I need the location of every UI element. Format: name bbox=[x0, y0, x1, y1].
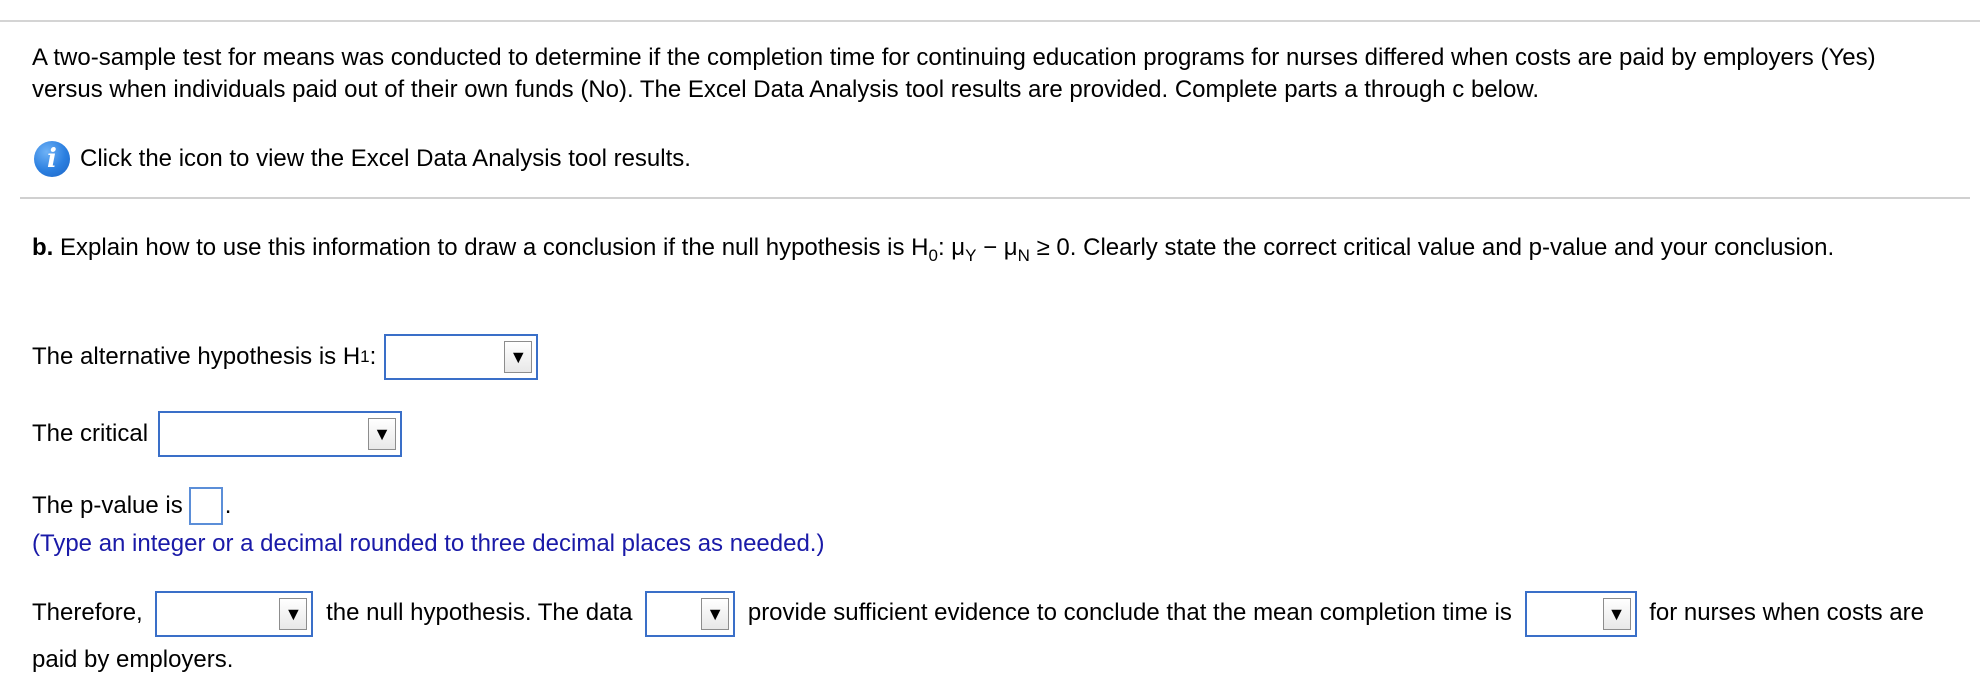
reject-dropdown[interactable]: ▼ bbox=[155, 590, 314, 637]
chevron-down-icon[interactable]: ▼ bbox=[368, 418, 397, 450]
h0-symbol: H bbox=[911, 234, 929, 261]
chevron-down-icon[interactable]: ▼ bbox=[504, 341, 533, 373]
pvalue-hint: (Type an integer or a decimal rounded to… bbox=[32, 530, 825, 557]
evidence-dropdown[interactable]: ▼ bbox=[645, 590, 736, 637]
part-b-label: b. bbox=[32, 234, 54, 261]
chevron-down-icon[interactable]: ▼ bbox=[701, 597, 730, 630]
info-icon[interactable]: i bbox=[34, 141, 70, 177]
part-b-text: Explain how to use this information to d… bbox=[60, 234, 912, 261]
conclusion-part3: provide sufficient evidence to conclude … bbox=[747, 599, 1512, 626]
critical-dropdown[interactable]: ▼ bbox=[158, 411, 403, 457]
alt-hypothesis-colon: : bbox=[369, 343, 377, 370]
problem-statement: A two-sample test for means was conducte… bbox=[32, 44, 1876, 103]
info-row: i Click the icon to view the Excel Data … bbox=[34, 140, 691, 178]
h1-subscript: 1 bbox=[360, 347, 370, 366]
hypothesis-end: ≥ 0. Clearly state the correct critical … bbox=[1029, 234, 1835, 261]
pvalue-row: The p-value is . bbox=[32, 487, 231, 525]
section-divider bbox=[20, 197, 1970, 199]
minus-mu: − μ bbox=[976, 234, 1018, 261]
pvalue-input[interactable] bbox=[188, 487, 223, 525]
mu-n-subscript: N bbox=[1017, 246, 1030, 265]
alt-hypothesis-prefix: The alternative hypothesis is H bbox=[32, 343, 361, 370]
h0-subscript: 0 bbox=[928, 246, 938, 265]
conclusion-part1: Therefore, bbox=[32, 599, 143, 626]
mu-y: : μ bbox=[937, 234, 966, 261]
conclusion-part2: the null hypothesis. The data bbox=[326, 599, 633, 626]
pvalue-prefix: The p-value is bbox=[32, 492, 183, 519]
part-b-question: b. Explain how to use this information t… bbox=[32, 228, 1932, 276]
critical-prefix: The critical bbox=[32, 420, 149, 447]
pvalue-period: . bbox=[224, 492, 232, 519]
alt-hypothesis-dropdown[interactable]: ▼ bbox=[384, 334, 539, 380]
alt-hypothesis-row: The alternative hypothesis is H1: ▼ bbox=[32, 334, 539, 380]
top-divider bbox=[0, 20, 1980, 22]
chevron-down-icon[interactable]: ▼ bbox=[279, 597, 308, 630]
critical-row: The critical ▼ bbox=[32, 411, 403, 457]
conclusion-sentence: Therefore, ▼ the null hypothesis. The da… bbox=[32, 590, 1972, 683]
info-link-text[interactable]: Click the icon to view the Excel Data An… bbox=[80, 145, 691, 173]
mu-y-subscript: Y bbox=[965, 246, 977, 265]
chevron-down-icon[interactable]: ▼ bbox=[1602, 597, 1631, 630]
comparison-dropdown[interactable]: ▼ bbox=[1524, 590, 1637, 637]
